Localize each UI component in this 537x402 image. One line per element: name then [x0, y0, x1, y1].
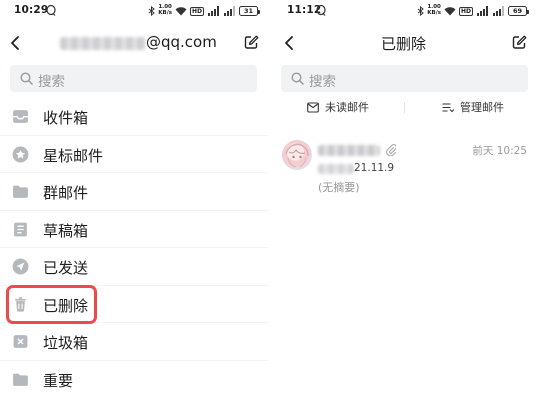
folder-item-group-mail[interactable]: 群邮件 — [0, 173, 268, 211]
hd-badge: HD — [458, 6, 473, 16]
signal-icon — [493, 6, 504, 16]
sender-name-redacted — [318, 145, 380, 156]
status-bar: 10:29 1.00 KB/s HD 31 — [0, 0, 268, 22]
filter-divider — [404, 102, 405, 113]
status-bar: 11:12 1.00 KB/s HD 69 — [270, 0, 537, 22]
search-icon — [291, 72, 304, 85]
search-icon — [20, 72, 33, 85]
search-placeholder: 搜索 — [38, 74, 65, 90]
network-speed-unit: KB/s — [427, 10, 441, 16]
search-placeholder: 搜索 — [309, 74, 336, 90]
app-header: 已删除 — [270, 31, 537, 55]
folder-label: 已发送 — [43, 259, 89, 277]
folder-list-screen: 10:29 1.00 KB/s HD 31 @qq.com 搜索 收件箱 星标邮… — [0, 0, 268, 402]
bluetooth-icon — [417, 6, 425, 16]
account-name-redacted — [60, 37, 146, 50]
network-speed: 1.00 KB/s — [427, 5, 441, 16]
unread-filter-button[interactable]: 未读邮件 — [307, 99, 369, 115]
bluetooth-icon — [148, 6, 156, 16]
folder-label: 重要 — [43, 371, 74, 390]
compose-icon[interactable] — [512, 35, 527, 50]
chevron-left-icon[interactable] — [9, 35, 21, 51]
status-time: 10:29 — [14, 4, 49, 16]
network-speed-unit: KB/s — [158, 10, 172, 16]
deleted-folder-screen: 11:12 1.00 KB/s HD 69 已删除 搜索 未读邮件 管理邮件 前… — [270, 0, 537, 402]
mail-timestamp: 前天 10:25 — [472, 145, 527, 157]
draft-icon — [14, 222, 27, 236]
signal-icon — [477, 6, 488, 16]
battery-level: 69 — [512, 7, 523, 15]
highlight-box — [6, 285, 97, 324]
wifi-icon — [444, 7, 456, 16]
paperclip-icon — [386, 144, 396, 156]
folder-label: 收件箱 — [43, 109, 89, 127]
list-manage-icon — [442, 102, 454, 112]
mail-preview: (无摘要) — [318, 181, 360, 194]
spam-icon — [13, 335, 28, 348]
app-header: @qq.com — [0, 31, 268, 55]
manage-mail-button[interactable]: 管理邮件 — [442, 99, 504, 115]
search-input[interactable]: 搜索 — [10, 65, 257, 92]
folder-item-starred[interactable]: 星标邮件 — [0, 136, 268, 173]
mail-subject: 21.11.9 — [354, 162, 395, 174]
folder-label: 星标邮件 — [43, 146, 104, 165]
page-title: 已删除 — [380, 35, 426, 53]
subject-redacted — [318, 164, 354, 174]
system-icons: 1.00 KB/s HD 31 — [148, 4, 260, 18]
folder-label: 草稿箱 — [43, 221, 89, 240]
folder-icon — [13, 373, 28, 386]
network-speed: 1.00 KB/s — [158, 5, 172, 16]
unread-filter-label: 未读邮件 — [325, 101, 369, 114]
folder-item-spam[interactable]: 垃圾箱 — [0, 323, 268, 361]
signal-icon — [208, 6, 219, 16]
folder-item-sent[interactable]: 已发送 — [0, 248, 268, 286]
folder-item-inbox[interactable]: 收件箱 — [0, 98, 268, 136]
battery-icon: 31 — [239, 6, 260, 16]
sent-icon — [12, 258, 29, 275]
qq-notification-icon — [46, 5, 56, 16]
battery-level: 31 — [243, 7, 254, 15]
signal-icon — [224, 6, 235, 16]
folder-label: 垃圾箱 — [43, 334, 89, 352]
search-input[interactable]: 搜索 — [281, 65, 528, 92]
compose-icon[interactable] — [244, 35, 259, 50]
folder-item-important[interactable]: 重要 — [0, 361, 268, 399]
folder-icon — [13, 185, 28, 198]
account-email-domain: @qq.com — [146, 33, 217, 51]
system-icons: 1.00 KB/s HD 69 — [417, 4, 529, 18]
qq-notification-icon — [316, 5, 326, 16]
inbox-icon — [13, 110, 28, 123]
star-icon — [12, 146, 29, 162]
anime-avatar — [285, 143, 309, 168]
manage-mail-label: 管理邮件 — [460, 101, 504, 114]
hd-badge: HD — [189, 6, 204, 16]
battery-icon: 69 — [508, 6, 529, 16]
wifi-icon — [175, 7, 187, 16]
folder-item-drafts[interactable]: 草稿箱 — [0, 211, 268, 248]
envelope-icon — [307, 101, 319, 113]
folder-label: 群邮件 — [43, 184, 89, 202]
sender-avatar — [282, 140, 312, 170]
